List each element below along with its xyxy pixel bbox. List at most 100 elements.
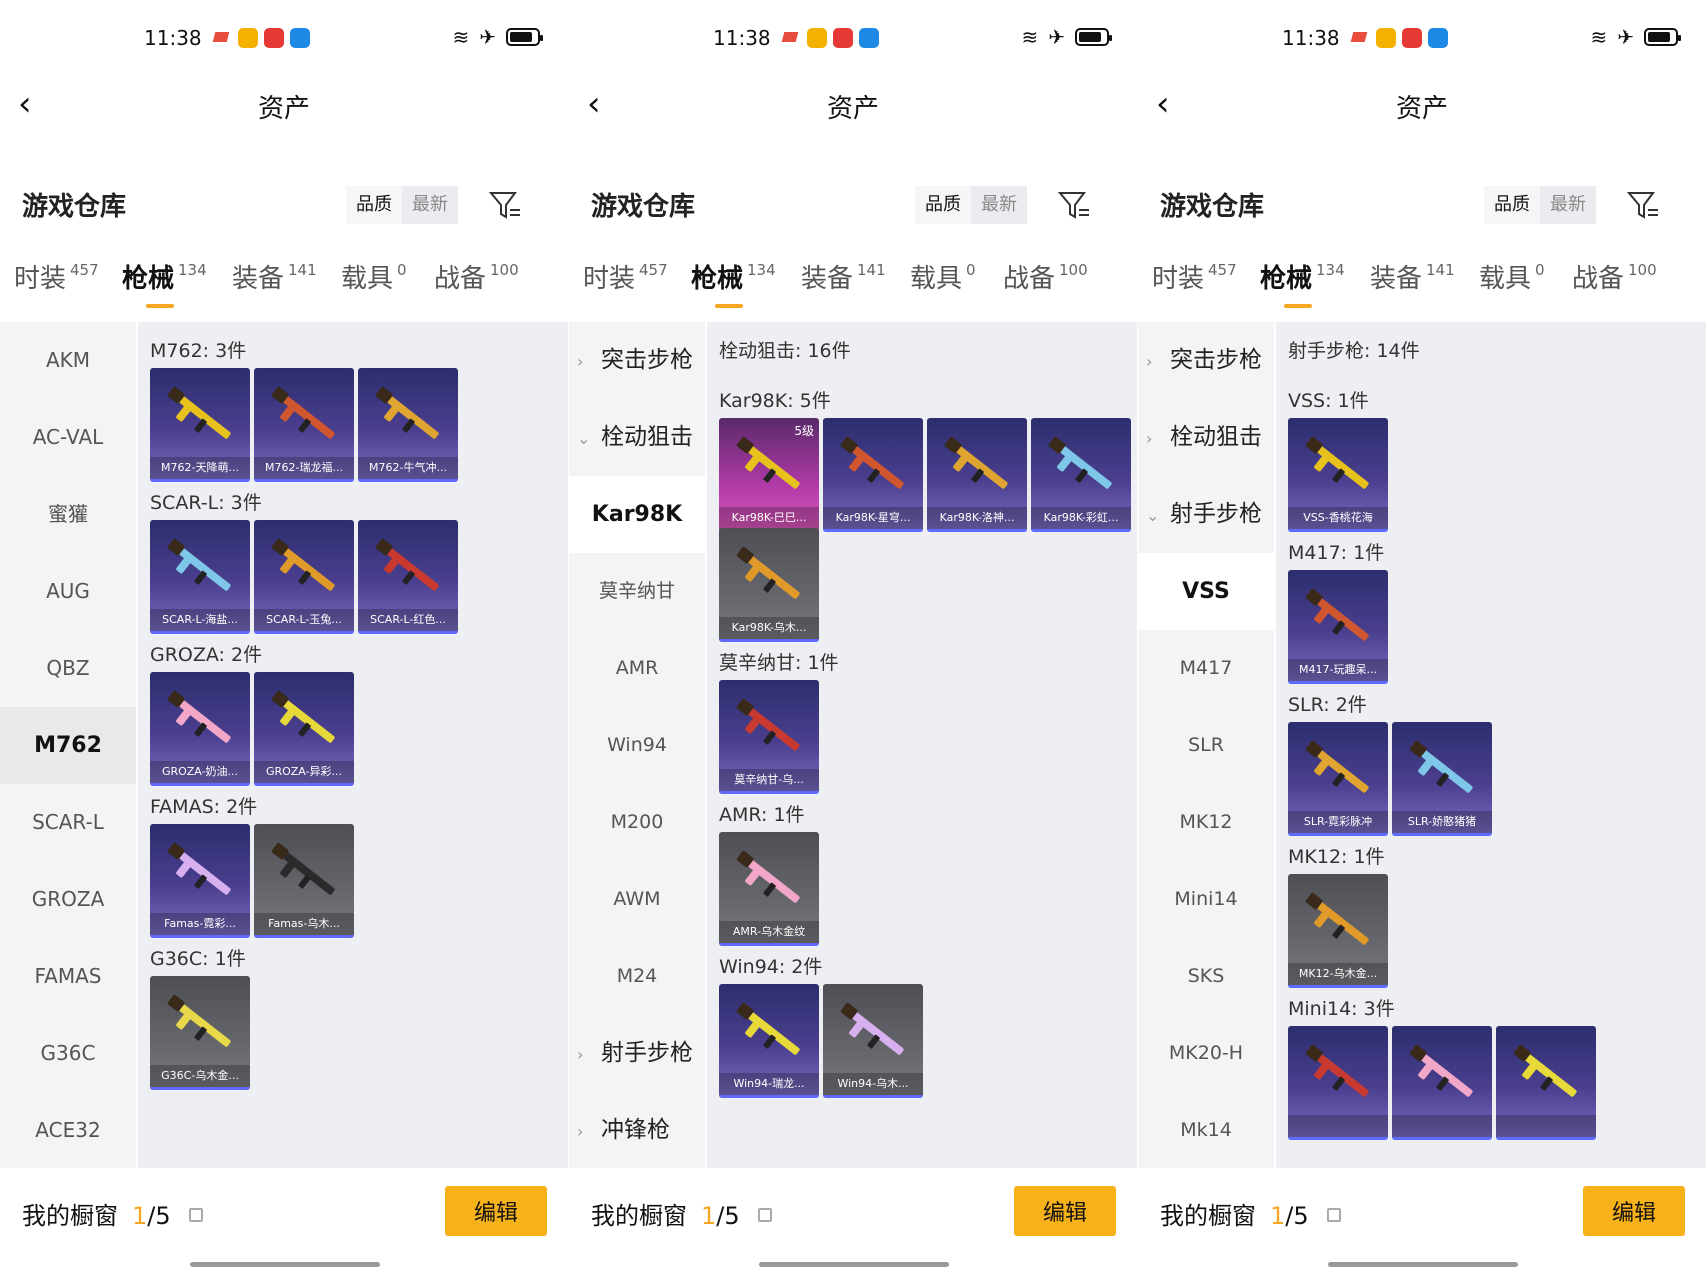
- sidebar-item[interactable]: 蜜獾: [0, 476, 136, 553]
- sidebar-category[interactable]: › 突击步枪: [1138, 322, 1274, 399]
- sidebar-item[interactable]: AMR: [569, 630, 705, 707]
- sort-quality-button[interactable]: 品质: [1484, 186, 1540, 224]
- item-name: Kar98K-彩虹...: [1031, 507, 1131, 529]
- sort-latest-button[interactable]: 最新: [1540, 186, 1596, 224]
- item-name: SLR-娇憨猪猪: [1392, 811, 1492, 833]
- sidebar-item[interactable]: Kar98K: [569, 476, 705, 553]
- item-card[interactable]: SCAR-L-海盐...: [150, 520, 250, 634]
- sidebar-item[interactable]: SCAR-L: [0, 784, 136, 861]
- sidebar-item[interactable]: M24: [569, 938, 705, 1015]
- item-card[interactable]: GROZA-异彩...: [254, 672, 354, 786]
- sidebar-item[interactable]: AUG: [0, 553, 136, 630]
- tab-0[interactable]: 时装 457: [14, 258, 99, 295]
- sidebar-item[interactable]: Mini14: [1138, 861, 1274, 938]
- sidebar-item[interactable]: ACE32: [0, 1092, 136, 1169]
- edit-button[interactable]: 编辑: [1014, 1186, 1116, 1236]
- tab-3[interactable]: 载具 0: [341, 258, 407, 295]
- sidebar-item[interactable]: MK12: [1138, 784, 1274, 861]
- sidebar-category[interactable]: › 突击步枪: [569, 322, 705, 399]
- section-title: 莫辛纳甘: 1件: [719, 652, 839, 674]
- sort-quality-button[interactable]: 品质: [346, 186, 402, 224]
- item-card[interactable]: [1392, 1026, 1492, 1140]
- tab-4[interactable]: 战备 100: [434, 258, 519, 295]
- filter-icon[interactable]: [488, 188, 522, 222]
- item-card[interactable]: Kar98K-彩虹...: [1031, 418, 1131, 532]
- item-card[interactable]: M417-玩趣呆...: [1288, 570, 1388, 684]
- tab-1[interactable]: 枪械 134: [1260, 258, 1345, 295]
- tab-4[interactable]: 战备 100: [1003, 258, 1088, 295]
- sidebar-item[interactable]: M762: [0, 707, 136, 784]
- item-card[interactable]: Kar98K-星穹...: [823, 418, 923, 532]
- rarity-bar: [823, 1095, 923, 1098]
- edit-button[interactable]: 编辑: [445, 1186, 547, 1236]
- item-card[interactable]: Win94-乌木...: [823, 984, 923, 1098]
- item-card[interactable]: Famas-乌木...: [254, 824, 354, 938]
- tab-0[interactable]: 时装 457: [583, 258, 668, 295]
- sidebar-item[interactable]: SLR: [1138, 707, 1274, 784]
- warehouse-title: 游戏仓库: [1160, 192, 1265, 222]
- sort-latest-button[interactable]: 最新: [402, 186, 458, 224]
- sidebar-item[interactable]: SKS: [1138, 938, 1274, 1015]
- section-title: FAMAS: 2件: [150, 796, 258, 818]
- nav-bar: ‹ 资产: [569, 78, 1137, 134]
- sidebar-item[interactable]: G36C: [0, 1015, 136, 1092]
- item-card[interactable]: Kar98K-乌木...: [719, 528, 819, 642]
- sidebar-item[interactable]: VSS: [1138, 553, 1274, 630]
- item-card[interactable]: Famas-霓彩...: [150, 824, 250, 938]
- item-card[interactable]: [1288, 1026, 1388, 1140]
- tab-0[interactable]: 时装 457: [1152, 258, 1237, 295]
- item-card[interactable]: [1496, 1026, 1596, 1140]
- item-card[interactable]: VSS-香桃花海: [1288, 418, 1388, 532]
- sidebar-item[interactable]: Win94: [569, 707, 705, 784]
- edit-button[interactable]: 编辑: [1583, 1186, 1685, 1236]
- sidebar-item[interactable]: Mk14: [1138, 1092, 1274, 1169]
- tab-2[interactable]: 装备 141: [232, 258, 317, 295]
- tab-1[interactable]: 枪械 134: [122, 258, 207, 295]
- sidebar-category[interactable]: ⌄ 栓动狙击: [569, 399, 705, 476]
- item-card[interactable]: SLR-霓彩脉冲: [1288, 722, 1388, 836]
- sidebar-item[interactable]: M200: [569, 784, 705, 861]
- sidebar-category[interactable]: › 冲锋枪: [569, 1092, 705, 1169]
- tab-1[interactable]: 枪械 134: [691, 258, 776, 295]
- item-card[interactable]: M762-瑞龙福...: [254, 368, 354, 482]
- tab-4[interactable]: 战备 100: [1572, 258, 1657, 295]
- sidebar-item[interactable]: AWM: [569, 861, 705, 938]
- sort-quality-button[interactable]: 品质: [915, 186, 971, 224]
- sidebar-item[interactable]: 莫辛纳甘: [569, 553, 705, 630]
- sidebar-item[interactable]: MK20-H: [1138, 1015, 1274, 1092]
- sidebar-item[interactable]: M417: [1138, 630, 1274, 707]
- sidebar-item[interactable]: QBZ: [0, 630, 136, 707]
- item-card[interactable]: M762-天降萌...: [150, 368, 250, 482]
- sidebar-item[interactable]: AC-VAL: [0, 399, 136, 476]
- item-card[interactable]: 莫辛纳甘-乌...: [719, 680, 819, 794]
- item-card[interactable]: M762-牛气冲...: [358, 368, 458, 482]
- item-card[interactable]: SCAR-L-玉兔...: [254, 520, 354, 634]
- tab-count: 141: [857, 261, 886, 279]
- sidebar-item[interactable]: AKM: [0, 322, 136, 399]
- tab-3[interactable]: 载具 0: [1479, 258, 1545, 295]
- item-card[interactable]: 5级 Kar98K-巳巳...: [719, 418, 819, 532]
- sort-latest-button[interactable]: 最新: [971, 186, 1027, 224]
- sidebar-item[interactable]: GROZA: [0, 861, 136, 938]
- item-card[interactable]: GROZA-奶油...: [150, 672, 250, 786]
- item-card[interactable]: AMR-乌木金纹: [719, 832, 819, 946]
- showcase-label-group: 我的橱窗 1/5: [22, 1196, 203, 1231]
- tab-2[interactable]: 装备 141: [1370, 258, 1455, 295]
- sidebar-category[interactable]: ⌄ 射手步枪: [1138, 476, 1274, 553]
- item-card[interactable]: SCAR-L-红色...: [358, 520, 458, 634]
- tab-3[interactable]: 载具 0: [910, 258, 976, 295]
- item-card[interactable]: Kar98K-洛神...: [927, 418, 1027, 532]
- item-card[interactable]: Win94-瑞龙...: [719, 984, 819, 1098]
- wifi-icon: ≋: [1590, 25, 1608, 49]
- item-card[interactable]: SLR-娇憨猪猪: [1392, 722, 1492, 836]
- sidebar-category[interactable]: › 射手步枪: [569, 1015, 705, 1092]
- item-card[interactable]: G36C-乌木金...: [150, 976, 250, 1090]
- filter-icon[interactable]: [1626, 188, 1660, 222]
- filter-icon[interactable]: [1057, 188, 1091, 222]
- item-name: Win94-瑞龙...: [719, 1073, 819, 1095]
- sidebar-category[interactable]: › 栓动狙击: [1138, 399, 1274, 476]
- sidebar-item[interactable]: FAMAS: [0, 938, 136, 1015]
- tab-2[interactable]: 装备 141: [801, 258, 886, 295]
- item-card[interactable]: MK12-乌木金...: [1288, 874, 1388, 988]
- status-right: ≋ ✈: [1021, 26, 1112, 48]
